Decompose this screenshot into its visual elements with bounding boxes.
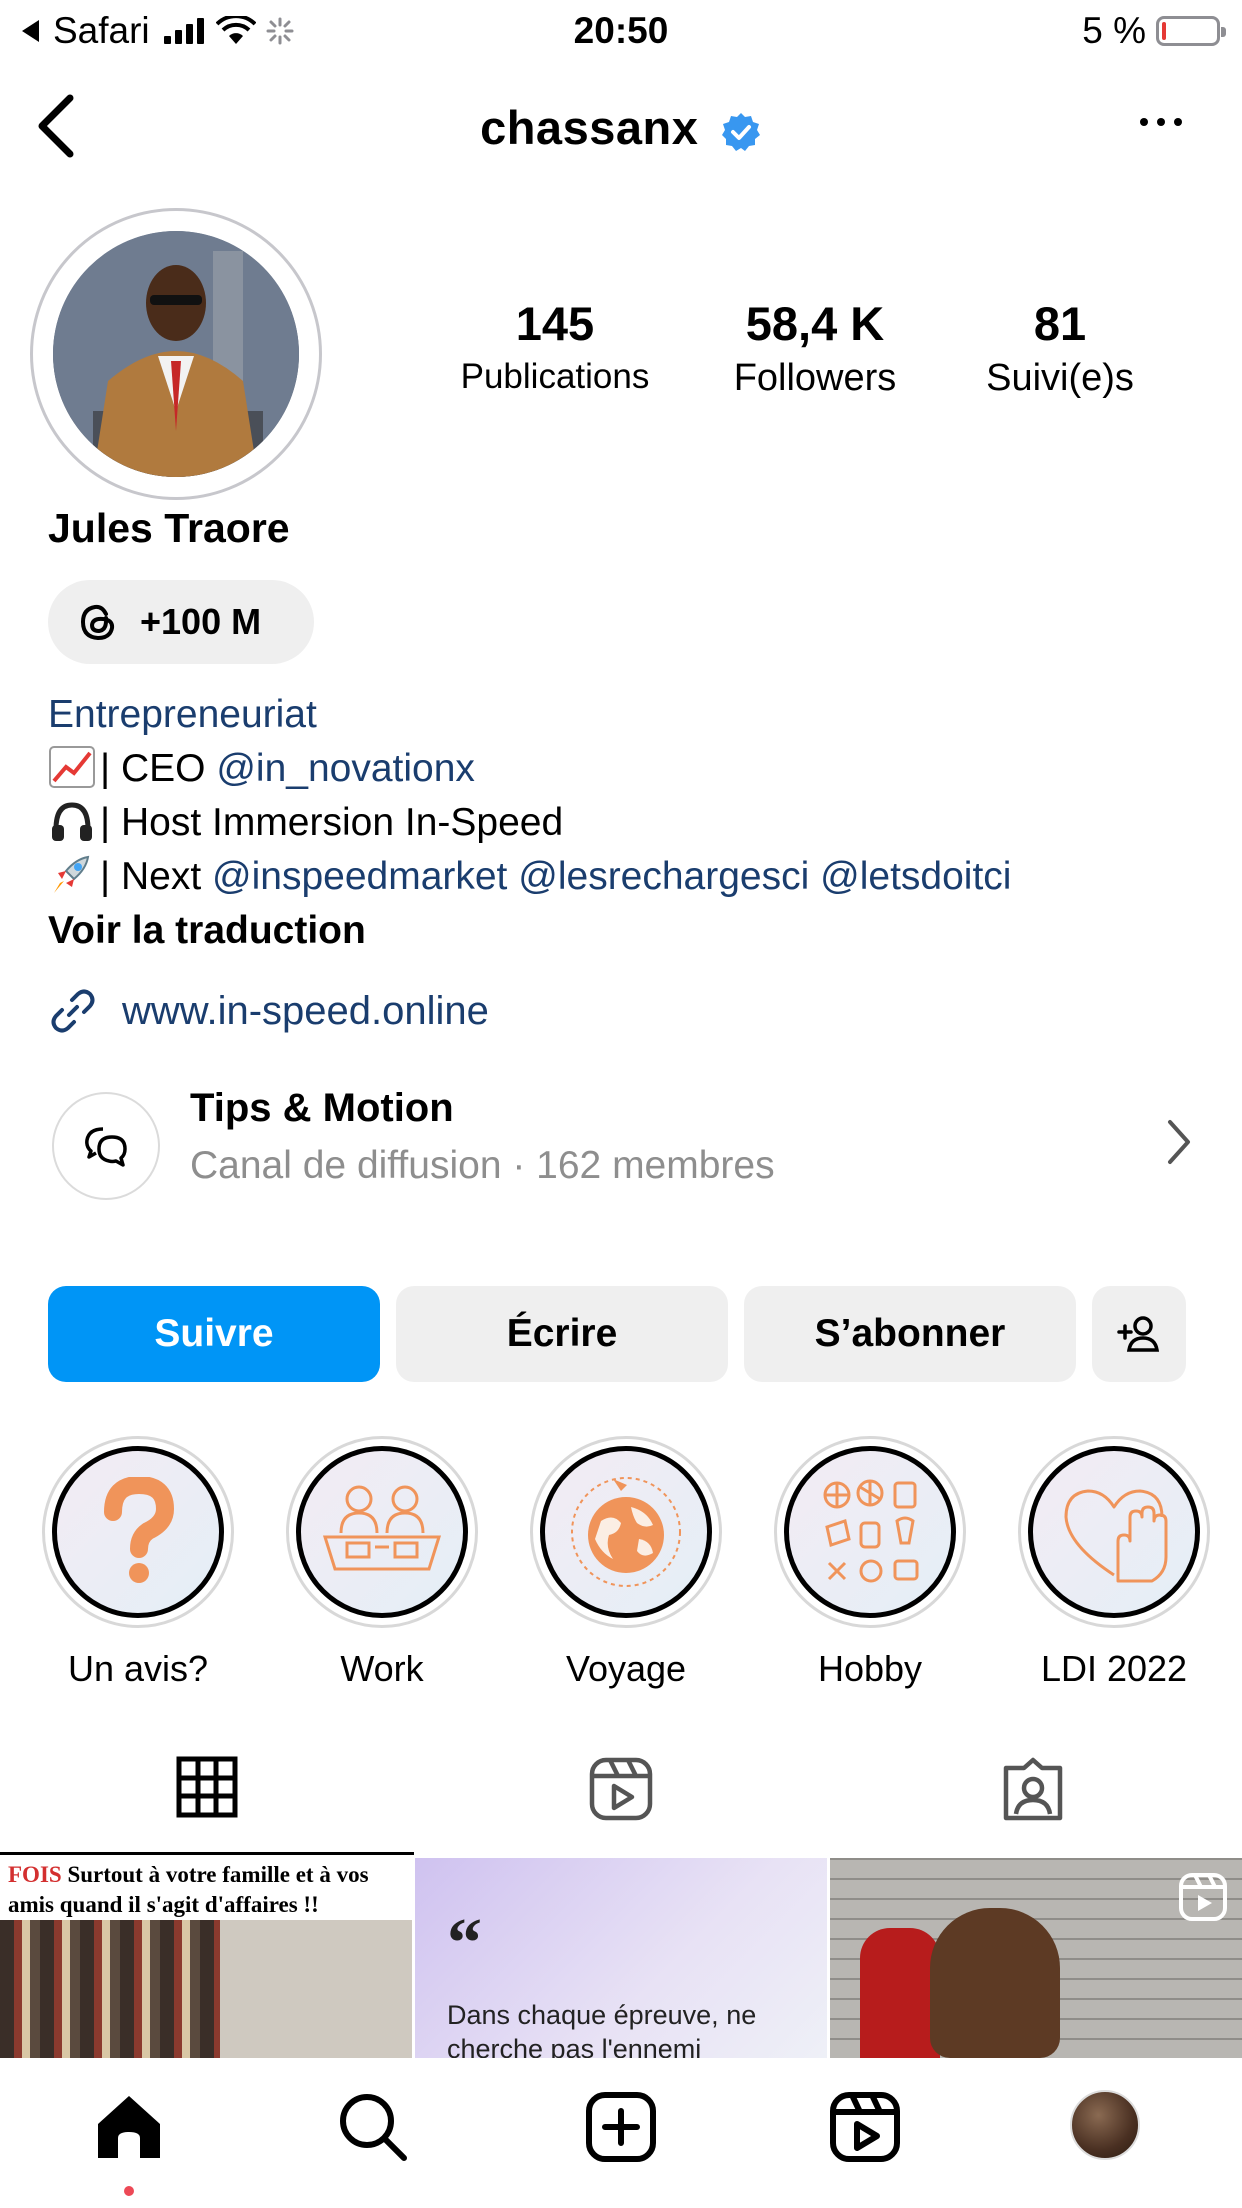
highlight-un-avis[interactable]: Un avis? <box>42 1436 234 1690</box>
website-link[interactable]: www.in-speed.online <box>48 986 489 1036</box>
highlight-ldi-2022[interactable]: LDI 2022 <box>1018 1436 1210 1690</box>
link-icon <box>51 989 95 1033</box>
battery-icon <box>1156 16 1226 46</box>
username: chassanx <box>480 101 699 154</box>
profile-stats: 145 Publications 58,4 K Followers 81 Sui… <box>420 296 1220 416</box>
bio: Entrepreneuriat | CEO @in_novationx | Ho… <box>48 688 1011 958</box>
followers-label: Followers <box>733 357 897 399</box>
battery-percent: 5 % <box>1082 10 1146 51</box>
username-title: chassanx <box>0 100 1242 155</box>
status-bar: Safari 20:50 5 % <box>0 0 1242 64</box>
broadcast-channel[interactable]: Tips & Motion Canal de diffusion · 162 m… <box>52 1086 1192 1202</box>
avatar <box>1070 2090 1140 2160</box>
message-button[interactable]: Écrire <box>396 1286 728 1382</box>
chart-increasing-icon <box>49 746 95 788</box>
full-name: Jules Traore <box>48 505 290 551</box>
threads-badge[interactable]: +100 M <box>48 580 314 664</box>
grid-icon[interactable] <box>176 1756 238 1818</box>
highlight-label: Work <box>340 1648 424 1689</box>
reels-nav-icon[interactable] <box>828 2090 902 2164</box>
posts-grid: FOIS Surtout à votre famille et à vos am… <box>0 1858 1242 2058</box>
profile-nav-avatar[interactable] <box>1070 2090 1140 2160</box>
stat-followers[interactable]: 58,4 K Followers <box>690 296 940 400</box>
highlight-hobby[interactable]: Hobby <box>774 1436 966 1690</box>
bio-line-ceo: | CEO @in_novationx <box>48 742 1011 796</box>
highlight-work[interactable]: Work <box>286 1436 478 1690</box>
search-icon[interactable] <box>336 2090 410 2164</box>
chat-bubbles-icon <box>85 1127 127 1167</box>
highlight-label: LDI 2022 <box>1040 1648 1188 1689</box>
posts-label: Publications <box>460 357 650 396</box>
more-options-icon[interactable] <box>1140 118 1182 126</box>
website-url: www.in-speed.online <box>122 988 489 1033</box>
home-icon[interactable] <box>92 2090 166 2164</box>
channel-icon-circle <box>52 1092 160 1200</box>
profile-tabs <box>0 1740 1242 1858</box>
highlight-label: Voyage <box>565 1648 687 1689</box>
profile-avatar[interactable] <box>30 208 322 500</box>
reels-icon[interactable] <box>588 1756 654 1822</box>
heart-hand-icon <box>1064 1489 1168 1583</box>
subscribe-button[interactable]: S’abonner <box>744 1286 1076 1382</box>
tagged-icon[interactable] <box>1000 1756 1066 1822</box>
verified-badge-icon <box>721 112 760 151</box>
mention-letsdoitci[interactable]: @letsdoitci <box>820 855 1011 898</box>
stat-following[interactable]: 81 Suivi(e)s <box>940 296 1180 400</box>
clock: 20:50 <box>573 10 669 51</box>
rocket-icon <box>54 855 90 893</box>
post-thumbnail[interactable]: “ Dans chaque épreuve, ne cherche pas l'… <box>415 1858 827 2058</box>
following-label: Suivi(e)s <box>986 357 1134 399</box>
active-tab-indicator <box>0 1852 414 1855</box>
sports-doodles-icon <box>823 1479 919 1583</box>
channel-name: Tips & Motion <box>190 1086 454 1130</box>
status-right: 5 % <box>1082 10 1226 52</box>
mention-in-novationx[interactable]: @in_novationx <box>216 747 475 790</box>
post-image-person <box>930 1908 1060 2058</box>
followers-count: 58,4 K <box>745 297 885 350</box>
threads-icon <box>80 604 115 641</box>
post-image-shelves <box>0 1920 220 2058</box>
bio-line-next: | Next @inspeedmarket @lesrechargesci @l… <box>48 850 1011 904</box>
post-image-room <box>220 1920 412 2058</box>
channel-subtitle: Canal de diffusion · 162 membres <box>190 1144 775 1187</box>
bio-category: Entrepreneuriat <box>48 693 317 736</box>
stat-posts[interactable]: 145 Publications <box>420 296 690 397</box>
create-post-icon[interactable] <box>584 2090 658 2164</box>
post-quote-text: Dans chaque épreuve, ne cherche pas l'en… <box>447 2000 757 2058</box>
threads-count: +100 M <box>140 601 262 642</box>
bio-line-host: | Host Immersion In-Speed <box>48 796 1011 850</box>
meeting-table-icon <box>322 1485 442 1571</box>
suggest-users-button[interactable] <box>1092 1286 1186 1382</box>
post-image-chair <box>860 1928 940 2058</box>
highlight-label: Un avis? <box>67 1648 209 1689</box>
add-person-icon <box>1117 1316 1160 1352</box>
notification-dot <box>124 2186 134 2196</box>
chevron-right-icon <box>1168 1120 1190 1164</box>
see-translation-link[interactable]: Voir la traduction <box>48 904 1011 958</box>
following-count: 81 <box>1033 297 1087 350</box>
profile-actions: Suivre Écrire S’abonner <box>48 1286 1198 1382</box>
mention-lesrechargesci[interactable]: @lesrechargesci <box>518 855 809 898</box>
post-thumbnail[interactable]: FOIS Surtout à votre famille et à vos am… <box>0 1858 412 2058</box>
follow-button[interactable]: Suivre <box>48 1286 380 1382</box>
posts-count: 145 <box>515 297 595 350</box>
headphones-icon <box>52 802 92 841</box>
highlight-label: Hobby <box>817 1648 923 1689</box>
reel-thumbnail[interactable] <box>830 1858 1242 2058</box>
question-mark-icon <box>104 1477 175 1583</box>
quote-mark: “ <box>447 1905 482 1982</box>
globe-plane-icon <box>571 1477 681 1587</box>
post-caption-band: FOIS Surtout à votre famille et à vos am… <box>0 1858 412 1920</box>
story-highlights: Un avis? Work Voyage Hobby LDI 2022 <box>0 1436 1242 1689</box>
reel-badge-icon <box>1179 1873 1227 1921</box>
bottom-navigation <box>0 2060 1242 2208</box>
avatar-photo <box>53 231 299 477</box>
profile-header: chassanx <box>0 80 1242 170</box>
mention-inspeedmarket[interactable]: @inspeedmarket <box>212 855 507 898</box>
highlight-voyage[interactable]: Voyage <box>530 1436 722 1690</box>
